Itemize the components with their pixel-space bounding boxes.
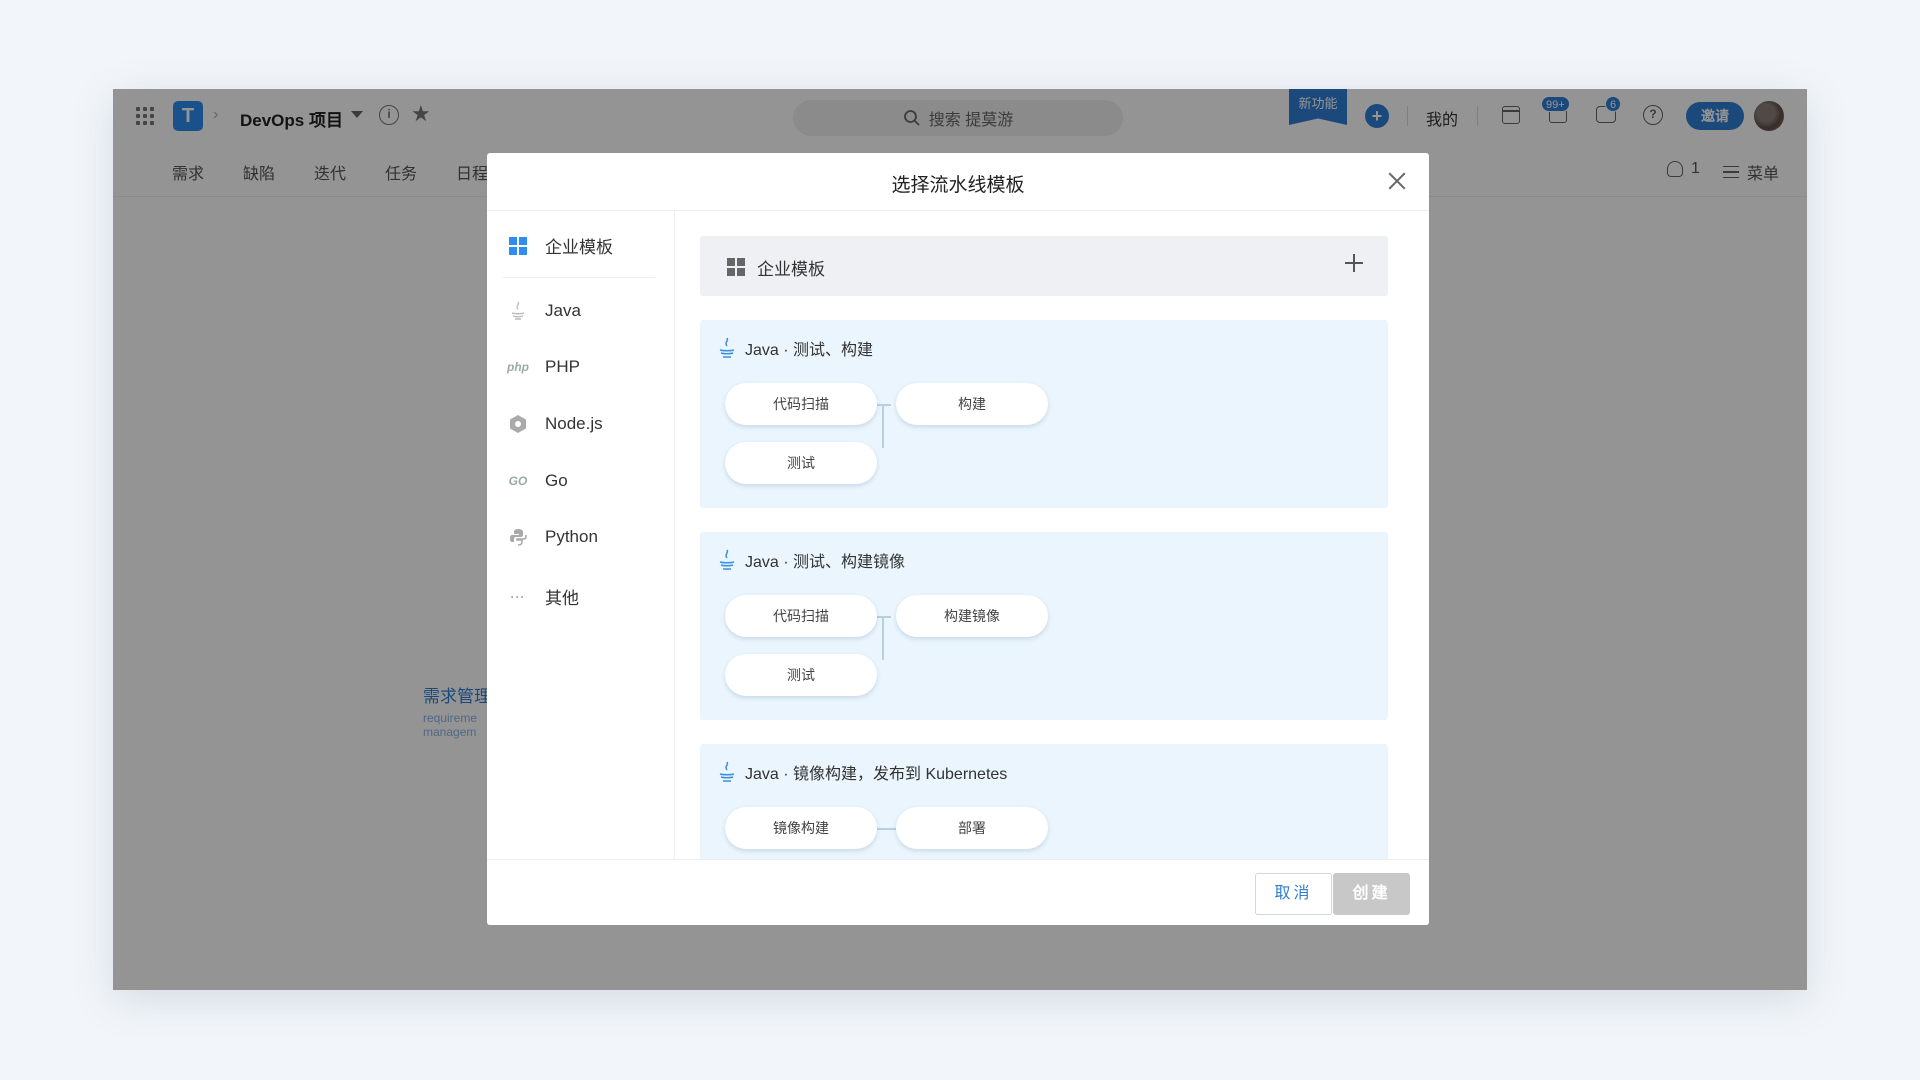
template-title: Java · 镜像构建，发布到 Kubernetes (745, 766, 1008, 783)
sidebar-divider (503, 277, 655, 278)
java-icon (718, 549, 736, 571)
sidebar-item-label: 企业模板 (545, 238, 613, 257)
dialog-title: 选择流水线模板 (891, 175, 1025, 196)
sidebar-item-label: PHP (545, 357, 580, 376)
sidebar-item-label: Python (545, 527, 598, 546)
template-header: Java · 测试、构建镜像 (718, 548, 905, 572)
enterprise-card-label: 企业模板 (757, 260, 825, 279)
java-icon (718, 337, 736, 359)
template-list: 企业模板 Java · 测试、构建 代码扫描 测试 构建 Java · 测试、构… (675, 211, 1429, 859)
close-icon[interactable] (1387, 171, 1407, 191)
sidebar-item-java[interactable]: Java (508, 301, 581, 321)
java-icon (508, 301, 528, 321)
stage-connector (877, 828, 896, 830)
template-title: Java · 测试、构建 (745, 342, 874, 359)
template-header: Java · 镜像构建，发布到 Kubernetes (718, 760, 1007, 784)
template-header: Java · 测试、构建 (718, 336, 873, 360)
go-icon: GO (508, 474, 528, 488)
stage-pill: 测试 (725, 654, 877, 696)
java-icon (718, 761, 736, 783)
create-button[interactable]: 创建 (1333, 873, 1410, 915)
python-icon (508, 527, 528, 547)
add-template-icon[interactable] (1344, 253, 1364, 273)
sidebar-item-go[interactable]: GO Go (508, 471, 568, 491)
template-title: Java · 测试、构建镜像 (745, 554, 906, 571)
sidebar-item-nodejs[interactable]: Node.js (508, 414, 603, 434)
template-card-java-test-build-image[interactable]: Java · 测试、构建镜像 代码扫描 测试 构建镜像 (700, 532, 1388, 720)
stage-pill: 构建镜像 (896, 595, 1048, 637)
template-card-java-test-build[interactable]: Java · 测试、构建 代码扫描 测试 构建 (700, 320, 1388, 508)
sidebar-item-enterprise[interactable]: 企业模板 (508, 233, 613, 258)
dialog-header: 选择流水线模板 (487, 153, 1429, 211)
nodejs-icon (508, 414, 528, 434)
stage-connector (882, 616, 884, 660)
template-category-sidebar: 企业模板 Java php PHP Node.js GO Go Python ·… (487, 211, 675, 859)
sidebar-item-php[interactable]: php PHP (507, 357, 580, 377)
more-icon: ··· (510, 589, 526, 604)
enterprise-grid-icon (727, 258, 745, 276)
sidebar-item-label: Go (545, 471, 568, 490)
sidebar-item-label: 其他 (545, 589, 579, 608)
dialog-footer: 取消 创建 (487, 859, 1429, 925)
stage-pill: 代码扫描 (725, 383, 877, 425)
stage-connector (882, 404, 884, 448)
enterprise-template-card[interactable]: 企业模板 (700, 236, 1388, 296)
sidebar-item-label: Node.js (545, 414, 603, 433)
stage-pill: 部署 (896, 807, 1048, 849)
pipeline-template-dialog: 选择流水线模板 企业模板 Java php PHP Node.js GO Go … (487, 153, 1429, 925)
cancel-button[interactable]: 取消 (1255, 873, 1332, 915)
sidebar-item-other[interactable]: ··· 其他 (508, 584, 580, 609)
sidebar-item-python[interactable]: Python (508, 527, 598, 547)
stage-pill: 构建 (896, 383, 1048, 425)
template-card-java-image-kubernetes[interactable]: Java · 镜像构建，发布到 Kubernetes 镜像构建 部署 (700, 744, 1388, 859)
sidebar-item-label: Java (545, 301, 581, 320)
enterprise-grid-icon (509, 236, 527, 255)
stage-connector (877, 404, 891, 406)
stage-connector (877, 616, 891, 618)
stage-pill: 测试 (725, 442, 877, 484)
stage-pill: 镜像构建 (725, 807, 877, 849)
php-icon: php (507, 360, 529, 374)
stage-pill: 代码扫描 (725, 595, 877, 637)
